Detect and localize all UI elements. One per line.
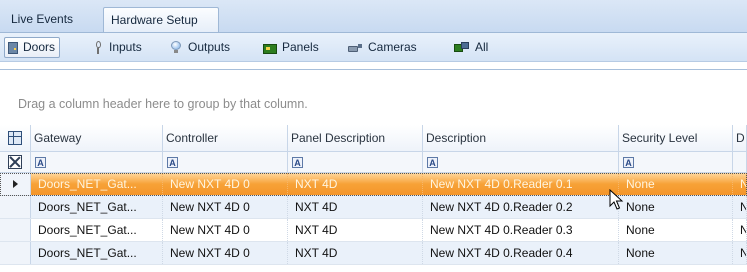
cell-security-level[interactable]: None: [619, 173, 733, 195]
row-selector[interactable]: [0, 173, 31, 195]
toolbar-outputs-button[interactable]: Outputs: [167, 37, 234, 58]
group-by-panel[interactable]: Drag a column header here to group by th…: [0, 70, 747, 126]
tab-hardware-setup[interactable]: Hardware Setup: [103, 7, 219, 32]
toolbar-inputs-button[interactable]: Inputs: [91, 37, 146, 58]
panel-icon: [263, 43, 277, 54]
tab-live-events[interactable]: Live Events: [4, 7, 101, 32]
toolbar-panels-button[interactable]: Panels: [260, 37, 323, 58]
filter-cell-panel-description[interactable]: A: [288, 152, 423, 172]
column-header-gateway[interactable]: Gateway: [31, 125, 163, 151]
table-row[interactable]: Doors_NET_Gat... New NXT 4D 0 NXT 4D New…: [0, 173, 747, 196]
mouse-pointer-icon: [609, 189, 624, 210]
cell-panel-description[interactable]: NXT 4D: [288, 173, 423, 195]
cell-description[interactable]: New NXT 4D 0.Reader 0.3: [423, 219, 619, 241]
table-row[interactable]: Doors_NET_Gat... New NXT 4D 0 NXT 4D New…: [0, 242, 747, 265]
output-bulb-icon: [170, 41, 183, 54]
table-row[interactable]: Doors_NET_Gat... New NXT 4D 0 NXT 4D New…: [0, 219, 747, 242]
door-icon: [8, 41, 18, 54]
cell-gateway[interactable]: Doors_NET_Gat...: [31, 196, 163, 218]
cell-truncated[interactable]: N: [733, 219, 747, 241]
cell-description[interactable]: New NXT 4D 0.Reader 0.2: [423, 196, 619, 218]
toolbar-inputs-label: Inputs: [109, 40, 142, 54]
column-chooser-icon: [8, 131, 22, 145]
toolbar-panels-label: Panels: [282, 40, 319, 54]
toolbar-outputs-label: Outputs: [188, 40, 231, 54]
clear-filter-button[interactable]: [0, 152, 31, 172]
column-header-controller[interactable]: Controller: [163, 125, 288, 151]
group-by-hint: Drag a column header here to group by th…: [18, 97, 308, 111]
column-header-security-level[interactable]: Security Level: [619, 125, 733, 151]
cell-description[interactable]: New NXT 4D 0.Reader 0.4: [423, 242, 619, 264]
filter-cell-gateway[interactable]: A: [31, 152, 163, 172]
cell-security-level[interactable]: None: [619, 219, 733, 241]
filter-cell-security-level[interactable]: A: [619, 152, 733, 172]
current-row-arrow-icon: [12, 180, 18, 188]
cell-panel-description[interactable]: NXT 4D: [288, 219, 423, 241]
toolbar-doors-button[interactable]: Doors: [4, 37, 61, 58]
toolbar-cameras-label: Cameras: [368, 40, 417, 54]
row-selector[interactable]: [0, 219, 31, 241]
cell-controller[interactable]: New NXT 4D 0: [163, 219, 288, 241]
main-tab-strip: Live Events Hardware Setup: [0, 0, 747, 32]
filter-cell-description[interactable]: A: [423, 152, 619, 172]
cell-truncated[interactable]: N: [733, 242, 747, 264]
toolbar-all-label: All: [475, 40, 489, 54]
cell-security-level[interactable]: None: [619, 242, 733, 264]
input-icon: [94, 41, 104, 54]
cell-truncated[interactable]: N: [733, 196, 747, 218]
cell-panel-description[interactable]: NXT 4D: [288, 242, 423, 264]
cell-truncated[interactable]: N: [733, 173, 747, 195]
filter-operator-icon[interactable]: A: [623, 156, 634, 168]
column-chooser-button[interactable]: [0, 125, 31, 151]
filter-cell-truncated[interactable]: [733, 152, 747, 172]
column-header-truncated[interactable]: D: [733, 125, 747, 151]
cell-gateway[interactable]: Doors_NET_Gat...: [31, 173, 163, 195]
clear-filter-icon: [8, 155, 22, 169]
filter-row: A A A A A: [0, 152, 747, 173]
table-row[interactable]: Doors_NET_Gat... New NXT 4D 0 NXT 4D New…: [0, 196, 747, 219]
all-hardware-icon: [454, 41, 470, 54]
row-selector[interactable]: [0, 196, 31, 218]
filter-operator-icon[interactable]: A: [35, 156, 46, 168]
cell-controller[interactable]: New NXT 4D 0: [163, 173, 288, 195]
camera-icon: [348, 43, 363, 54]
row-selector[interactable]: [0, 242, 31, 264]
cell-security-level[interactable]: None: [619, 196, 733, 218]
column-header-panel-description[interactable]: Panel Description: [288, 125, 423, 151]
cell-panel-description[interactable]: NXT 4D: [288, 196, 423, 218]
grid-header-row: Gateway Controller Panel Description Des…: [0, 125, 747, 152]
toolbar-all-button[interactable]: All: [451, 37, 492, 58]
cell-controller[interactable]: New NXT 4D 0: [163, 196, 288, 218]
filter-operator-icon[interactable]: A: [427, 156, 438, 168]
filter-operator-icon[interactable]: A: [292, 156, 303, 168]
doors-grid: Drag a column header here to group by th…: [0, 69, 747, 272]
filter-operator-icon[interactable]: A: [167, 156, 178, 168]
cell-gateway[interactable]: Doors_NET_Gat...: [31, 242, 163, 264]
toolbar-cameras-button[interactable]: Cameras: [345, 37, 421, 58]
cell-description[interactable]: New NXT 4D 0.Reader 0.1: [423, 173, 619, 195]
hardware-toolbar: Doors Inputs Outputs Panels Cameras All: [0, 32, 747, 62]
cell-controller[interactable]: New NXT 4D 0: [163, 242, 288, 264]
column-header-description[interactable]: Description: [423, 125, 619, 151]
filter-cell-controller[interactable]: A: [163, 152, 288, 172]
cell-gateway[interactable]: Doors_NET_Gat...: [31, 219, 163, 241]
toolbar-doors-label: Doors: [23, 40, 56, 54]
